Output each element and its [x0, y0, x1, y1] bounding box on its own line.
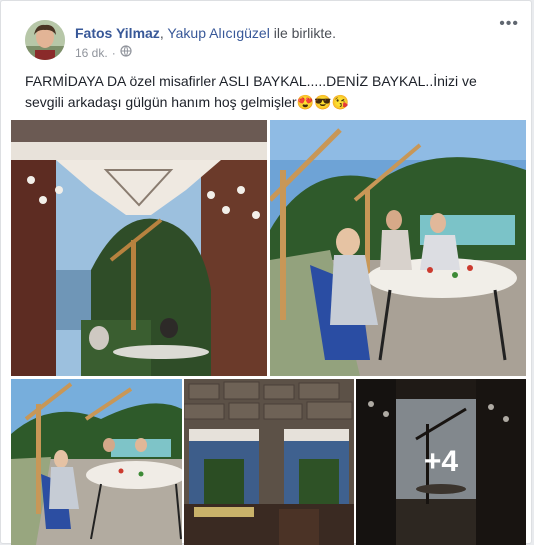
ellipsis-icon[interactable]: ••• — [499, 15, 519, 33]
post-card: Fatos Yilmaz, Yakup Alıcıgüzel ile birli… — [0, 0, 532, 545]
photo-5[interactable]: +4 — [356, 379, 526, 545]
author-avatar[interactable] — [25, 20, 65, 60]
author-name[interactable]: Fatos Yilmaz — [75, 25, 160, 41]
globe-icon[interactable] — [120, 45, 132, 60]
meta-separator: · — [111, 45, 116, 60]
post-timestamp[interactable]: 16 dk. — [75, 46, 108, 60]
post-meta: 16 dk. · — [75, 45, 132, 60]
photo-3[interactable] — [11, 379, 182, 545]
kiss-emoji: 😘 — [331, 94, 349, 110]
heart-eyes-emoji: 😍 — [296, 94, 315, 110]
tagged-person-link[interactable]: Yakup Alıcıgüzel — [167, 25, 269, 41]
photo-2[interactable] — [270, 120, 526, 376]
sunglasses-emoji: 😎 — [314, 94, 332, 110]
with-text: ile birlikte. — [273, 25, 336, 41]
post-text: FARMİDAYA DA özel misafirler ASLI BAYKAL… — [25, 71, 495, 113]
photo-4[interactable] — [184, 379, 354, 545]
post-body-text: FARMİDAYA DA özel misafirler ASLI BAYKAL… — [25, 73, 477, 110]
author-line: Fatos Yilmaz, Yakup Alıcıgüzel ile birli… — [75, 25, 336, 41]
photo-1[interactable] — [11, 120, 267, 376]
